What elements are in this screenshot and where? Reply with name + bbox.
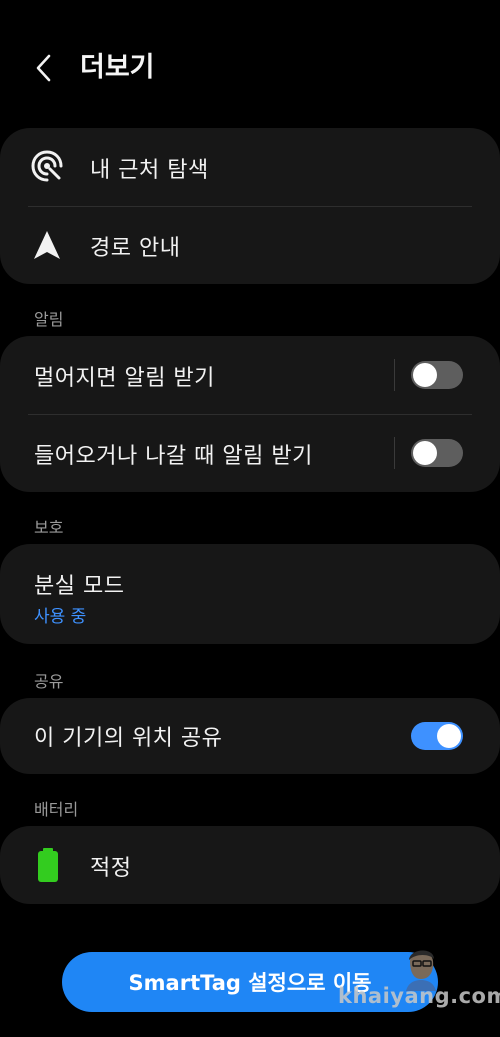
navigation-label: 경로 안내 [90,236,181,261]
share-location-label: 이 기기의 위치 공유 [34,726,223,751]
smarttag-settings-label: SmartTag 설정으로 이동 [128,971,372,995]
navigation-arrow-icon [31,229,63,261]
chevron-left-icon [36,54,51,82]
alert-enter-leave-toggle[interactable] [411,439,463,467]
battery-status-label: 적정 [90,856,132,881]
navigation-row[interactable]: 경로 안내 [0,207,500,284]
header: 더보기 [0,40,500,96]
section-title-share: 공유 [34,672,64,691]
nearby-scan-icon [30,149,64,183]
share-location-toggle[interactable] [411,722,463,750]
toggle-knob [413,441,437,465]
nearby-card: 내 근처 탐색 경로 안내 [0,128,500,284]
battery-card: 적정 [0,826,500,904]
watermark: khaiyang.com [338,984,500,1008]
vertical-separator [394,437,395,469]
nearby-scan-row[interactable]: 내 근처 탐색 [0,128,500,206]
section-title-alerts: 알림 [34,310,64,329]
toggle-knob [437,724,461,748]
toggle-knob [413,363,437,387]
section-title-protection: 보호 [34,518,64,537]
page-title: 더보기 [80,52,155,83]
nearby-scan-label: 내 근처 탐색 [90,158,209,183]
battery-full-icon [36,848,60,882]
alert-when-far-label: 멀어지면 알림 받기 [34,366,215,391]
section-title-battery: 배터리 [34,800,79,819]
share-location-row[interactable]: 이 기기의 위치 공유 [0,698,500,774]
battery-row: 적정 [0,826,500,904]
alert-when-far-toggle[interactable] [411,361,463,389]
lost-mode-row[interactable]: 분실 모드 사용 중 [0,544,500,644]
back-button[interactable] [26,48,62,88]
vertical-separator [394,359,395,391]
alert-enter-leave-label: 들어오거나 나갈 때 알림 받기 [34,444,313,469]
alert-enter-leave-row[interactable]: 들어오거나 나갈 때 알림 받기 [0,415,500,492]
protection-card: 분실 모드 사용 중 [0,544,500,644]
alert-when-far-row[interactable]: 멀어지면 알림 받기 [0,336,500,414]
share-card: 이 기기의 위치 공유 [0,698,500,774]
lost-mode-status: 사용 중 [34,607,87,627]
alerts-card: 멀어지면 알림 받기 들어오거나 나갈 때 알림 받기 [0,336,500,492]
lost-mode-label: 분실 모드 [34,574,125,599]
